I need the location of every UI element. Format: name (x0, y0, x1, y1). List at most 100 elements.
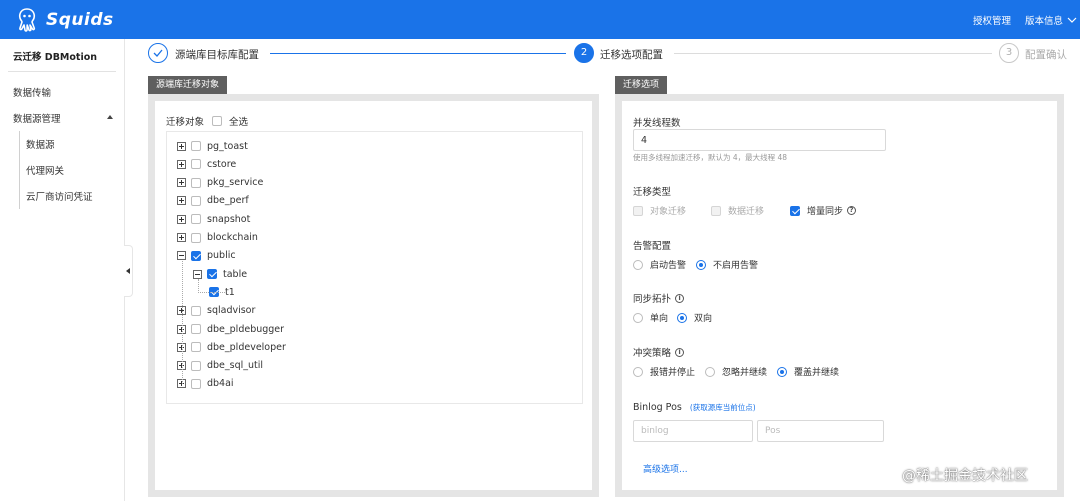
info-icon[interactable]: i (675, 293, 685, 303)
expand-icon[interactable] (177, 196, 186, 206)
binlog-input[interactable]: binlog (633, 420, 753, 442)
disable-alert-option[interactable]: 不启用告警 (696, 258, 758, 271)
expand-icon[interactable] (177, 233, 186, 242)
one-way-radio[interactable] (633, 312, 643, 323)
sidebar-subitem-cloud-credentials[interactable]: 云厂商访问凭证 (26, 189, 93, 203)
tree-node-public[interactable]: public (177, 249, 236, 263)
step-connector-2 (674, 53, 992, 54)
step-1-done-indicator (148, 43, 168, 63)
overwrite-continue-radio[interactable] (777, 366, 787, 377)
incremental-sync-checkbox[interactable] (790, 205, 800, 216)
expand-icon[interactable] (177, 178, 186, 188)
tree-node-dbe-sql-util[interactable]: dbe_sql_util (177, 359, 263, 373)
migration-objects-label: 迁移对象 (166, 117, 205, 128)
tree-connector (182, 260, 183, 384)
tree-node-label: dbe_perf (207, 195, 249, 207)
chevron-down-icon[interactable] (1066, 15, 1078, 25)
advanced-options-link[interactable]: 高级选项... (643, 462, 688, 475)
top-bar: Squids 授权管理 版本信息 (0, 0, 1080, 39)
tree-connector (198, 292, 225, 294)
tree-node-checkbox[interactable] (191, 177, 201, 188)
overwrite-continue-option[interactable]: 覆盖并继续 (777, 365, 839, 378)
tree-node-checkbox[interactable] (191, 360, 201, 371)
sidebar-subitem-datasource[interactable]: 数据源 (26, 137, 55, 151)
tree-node-checkbox[interactable] (191, 342, 201, 353)
chevron-up-icon[interactable] (107, 115, 113, 119)
caret-left-icon (126, 268, 130, 274)
conflict-strategy-label-row: 冲突策略 i (633, 345, 685, 359)
threads-input[interactable]: 4 (633, 129, 886, 151)
tree-node-pkg-service[interactable]: pkg_service (177, 176, 263, 190)
object-migration-option[interactable]: 对象迁移 (633, 204, 686, 217)
tree-node-checkbox[interactable] (191, 159, 201, 170)
tree-node-cstore[interactable]: cstore (177, 157, 236, 171)
tree-node-dbe-perf[interactable]: dbe_perf (177, 194, 249, 208)
tree-node-checkbox[interactable] (191, 378, 201, 389)
object-migration-checkbox[interactable] (633, 205, 643, 216)
tree-node-dbe-pldebugger[interactable]: dbe_pldebugger (177, 322, 284, 336)
expand-icon[interactable] (177, 141, 186, 151)
tree-node-checkbox[interactable] (191, 195, 201, 206)
collapse-icon[interactable] (193, 269, 202, 279)
tree-node-checkbox[interactable] (191, 214, 201, 225)
tree-node-sqladvisor[interactable]: sqladvisor (177, 304, 255, 318)
two-way-option[interactable]: 双向 (677, 311, 712, 324)
brand-logo[interactable]: Squids (14, 7, 114, 33)
select-all-checkbox[interactable] (212, 116, 223, 126)
sidebar-subitem-proxy-gateway[interactable]: 代理网关 (26, 163, 64, 177)
data-migration-option[interactable]: 数据迁移 (711, 204, 764, 217)
enable-alert-radio[interactable] (633, 259, 643, 270)
tree-header: 迁移对象 全选 (166, 114, 248, 128)
license-management-link[interactable]: 授权管理 (973, 13, 1011, 27)
sidebar: 云迁移 DBMotion 数据传输 数据源管理 数据源 代理网关 云厂商访问凭证 (0, 39, 125, 501)
sidebar-item-data-transfer[interactable]: 数据传输 (13, 85, 51, 99)
tree-node-blockchain[interactable]: blockchain (177, 231, 258, 245)
tree-node-dbe-pldeveloper[interactable]: dbe_pldeveloper (177, 340, 286, 354)
help-icon[interactable]: ? (847, 206, 857, 215)
migration-options-tab: 迁移选项 (615, 76, 668, 94)
tree-node-checkbox[interactable] (191, 232, 201, 243)
one-way-label: 单向 (650, 314, 669, 324)
select-all-label[interactable]: 全选 (229, 114, 248, 128)
sync-topology-label-row: 同步拓扑 i (633, 291, 685, 305)
tree-node-label: pg_toast (207, 140, 248, 152)
expand-icon[interactable] (177, 159, 186, 169)
version-info-link[interactable]: 版本信息 (1025, 13, 1063, 27)
ignore-continue-radio[interactable] (705, 366, 715, 377)
incremental-sync-option[interactable]: 增量同步? (790, 204, 857, 217)
step-2-indicator: 2 (574, 43, 594, 63)
tree-node-label: pkg_service (207, 177, 264, 189)
enable-alert-option[interactable]: 启动告警 (633, 258, 686, 271)
tree-node-table[interactable]: table (193, 267, 247, 281)
fetch-binlog-position-link[interactable]: (获取源库当前位点) (690, 402, 756, 413)
sidebar-collapse-toggle[interactable] (124, 245, 133, 297)
collapse-icon[interactable] (177, 251, 186, 261)
ignore-continue-option[interactable]: 忽略并继续 (705, 365, 767, 378)
expand-icon[interactable] (177, 214, 186, 224)
tree-node-label: blockchain (207, 232, 258, 243)
data-migration-checkbox[interactable] (711, 205, 721, 216)
tree-node-checkbox[interactable] (207, 269, 217, 280)
tree-node-checkbox[interactable] (191, 324, 201, 334)
tree-node-label: snapshot (207, 213, 251, 225)
info-icon[interactable]: i (675, 347, 685, 357)
tree-node-label: public (207, 250, 236, 262)
tree-node-pg-toast[interactable]: pg_toast (177, 139, 248, 153)
pos-input[interactable]: Pos (757, 420, 884, 442)
migration-type-label: 迁移类型 (633, 187, 672, 198)
tree-node-checkbox[interactable] (191, 305, 201, 316)
step-3-label: 配置确认 (1025, 49, 1067, 61)
tree-node-label: dbe_pldeveloper (207, 341, 286, 353)
tree-node-label: table (223, 268, 248, 280)
one-way-option[interactable]: 单向 (633, 311, 668, 324)
error-stop-radio[interactable] (633, 366, 643, 377)
step-1-label: 源端库目标库配置 (175, 49, 259, 61)
error-stop-option[interactable]: 报错并停止 (633, 365, 695, 378)
tree-node-db4ai[interactable]: db4ai (177, 377, 234, 391)
tree-node-checkbox[interactable] (191, 141, 201, 151)
sidebar-item-datasource-management[interactable]: 数据源管理 (13, 111, 61, 125)
tree-node-checkbox[interactable] (191, 250, 201, 261)
tree-node-snapshot[interactable]: snapshot (177, 212, 250, 226)
disable-alert-radio[interactable] (696, 259, 706, 270)
two-way-radio[interactable] (677, 312, 687, 323)
